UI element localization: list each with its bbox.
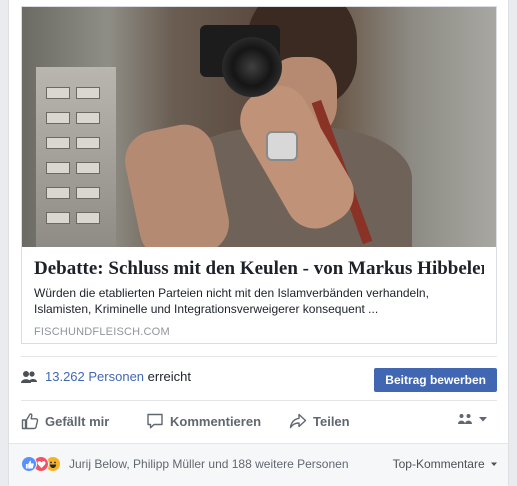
elevator-button [46,112,70,124]
comment-label: Kommentieren [170,413,262,429]
divider [21,356,497,357]
like-label: Gefällt mir [45,413,110,429]
chevron-down-icon [491,462,497,466]
friends-icon [458,414,472,424]
elevator-button [76,137,100,149]
reaction-icons[interactable] [21,456,65,472]
preview-description: Würden die etablierten Parteien nicht mi… [34,286,429,316]
audience-selector[interactable] [457,413,489,425]
post-card: Debatte: Schluss mit den Keulen - von Ma… [8,0,509,486]
reach-text: 13.262 Personen erreicht [45,369,191,384]
elevator-button [76,87,100,99]
reactors-summary[interactable]: Jurij Below, Philipp Müller und 188 weit… [69,457,349,471]
elevator-button [46,137,70,149]
reactions-row: Jurij Below, Philipp Müller und 188 weit… [9,443,508,486]
wristwatch [266,131,298,161]
like-reaction-icon [21,456,37,472]
share-button[interactable]: Teilen [289,410,350,432]
elevator-button [46,187,70,199]
divider [21,400,497,401]
comment-sort-label: Top-Kommentare [392,457,485,471]
comment-icon [147,413,163,429]
elevator-button [46,87,70,99]
like-button[interactable]: Gefällt mir [21,410,109,432]
share-label: Teilen [313,413,350,429]
elevator-button [76,212,100,224]
elevator-button [46,162,70,174]
camera-lens [222,37,282,97]
reach-suffix: erreicht [147,369,192,384]
elevator-button [46,212,70,224]
elevator-button [76,187,100,199]
reach-row: 13.262 Personen erreicht Beitrag bewerbe… [21,358,497,398]
people-icon [21,371,37,383]
preview-text[interactable]: Debatte: Schluss mit den Keulen - von Ma… [22,247,496,338]
preview-title[interactable]: Debatte: Schluss mit den Keulen - von Ma… [34,257,484,281]
share-icon [289,413,307,429]
comment-button[interactable]: Kommentieren [146,410,261,432]
elevator-button [76,162,100,174]
boost-post-button[interactable]: Beitrag bewerben [374,368,497,392]
thumbs-up-icon [21,413,39,430]
actions-row: Gefällt mir Kommentieren Teilen [21,402,497,438]
chevron-down-icon [479,417,487,422]
elevator-panel [36,67,116,247]
comment-sort-selector[interactable]: Top-Kommentare [393,457,498,471]
preview-domain: FISCHUNDFLEISCH.COM [34,326,170,338]
elevator-button [76,112,100,124]
preview-image[interactable] [22,7,496,247]
reach-count[interactable]: 13.262 Personen [45,369,144,384]
link-preview[interactable]: Debatte: Schluss mit den Keulen - von Ma… [21,6,497,344]
